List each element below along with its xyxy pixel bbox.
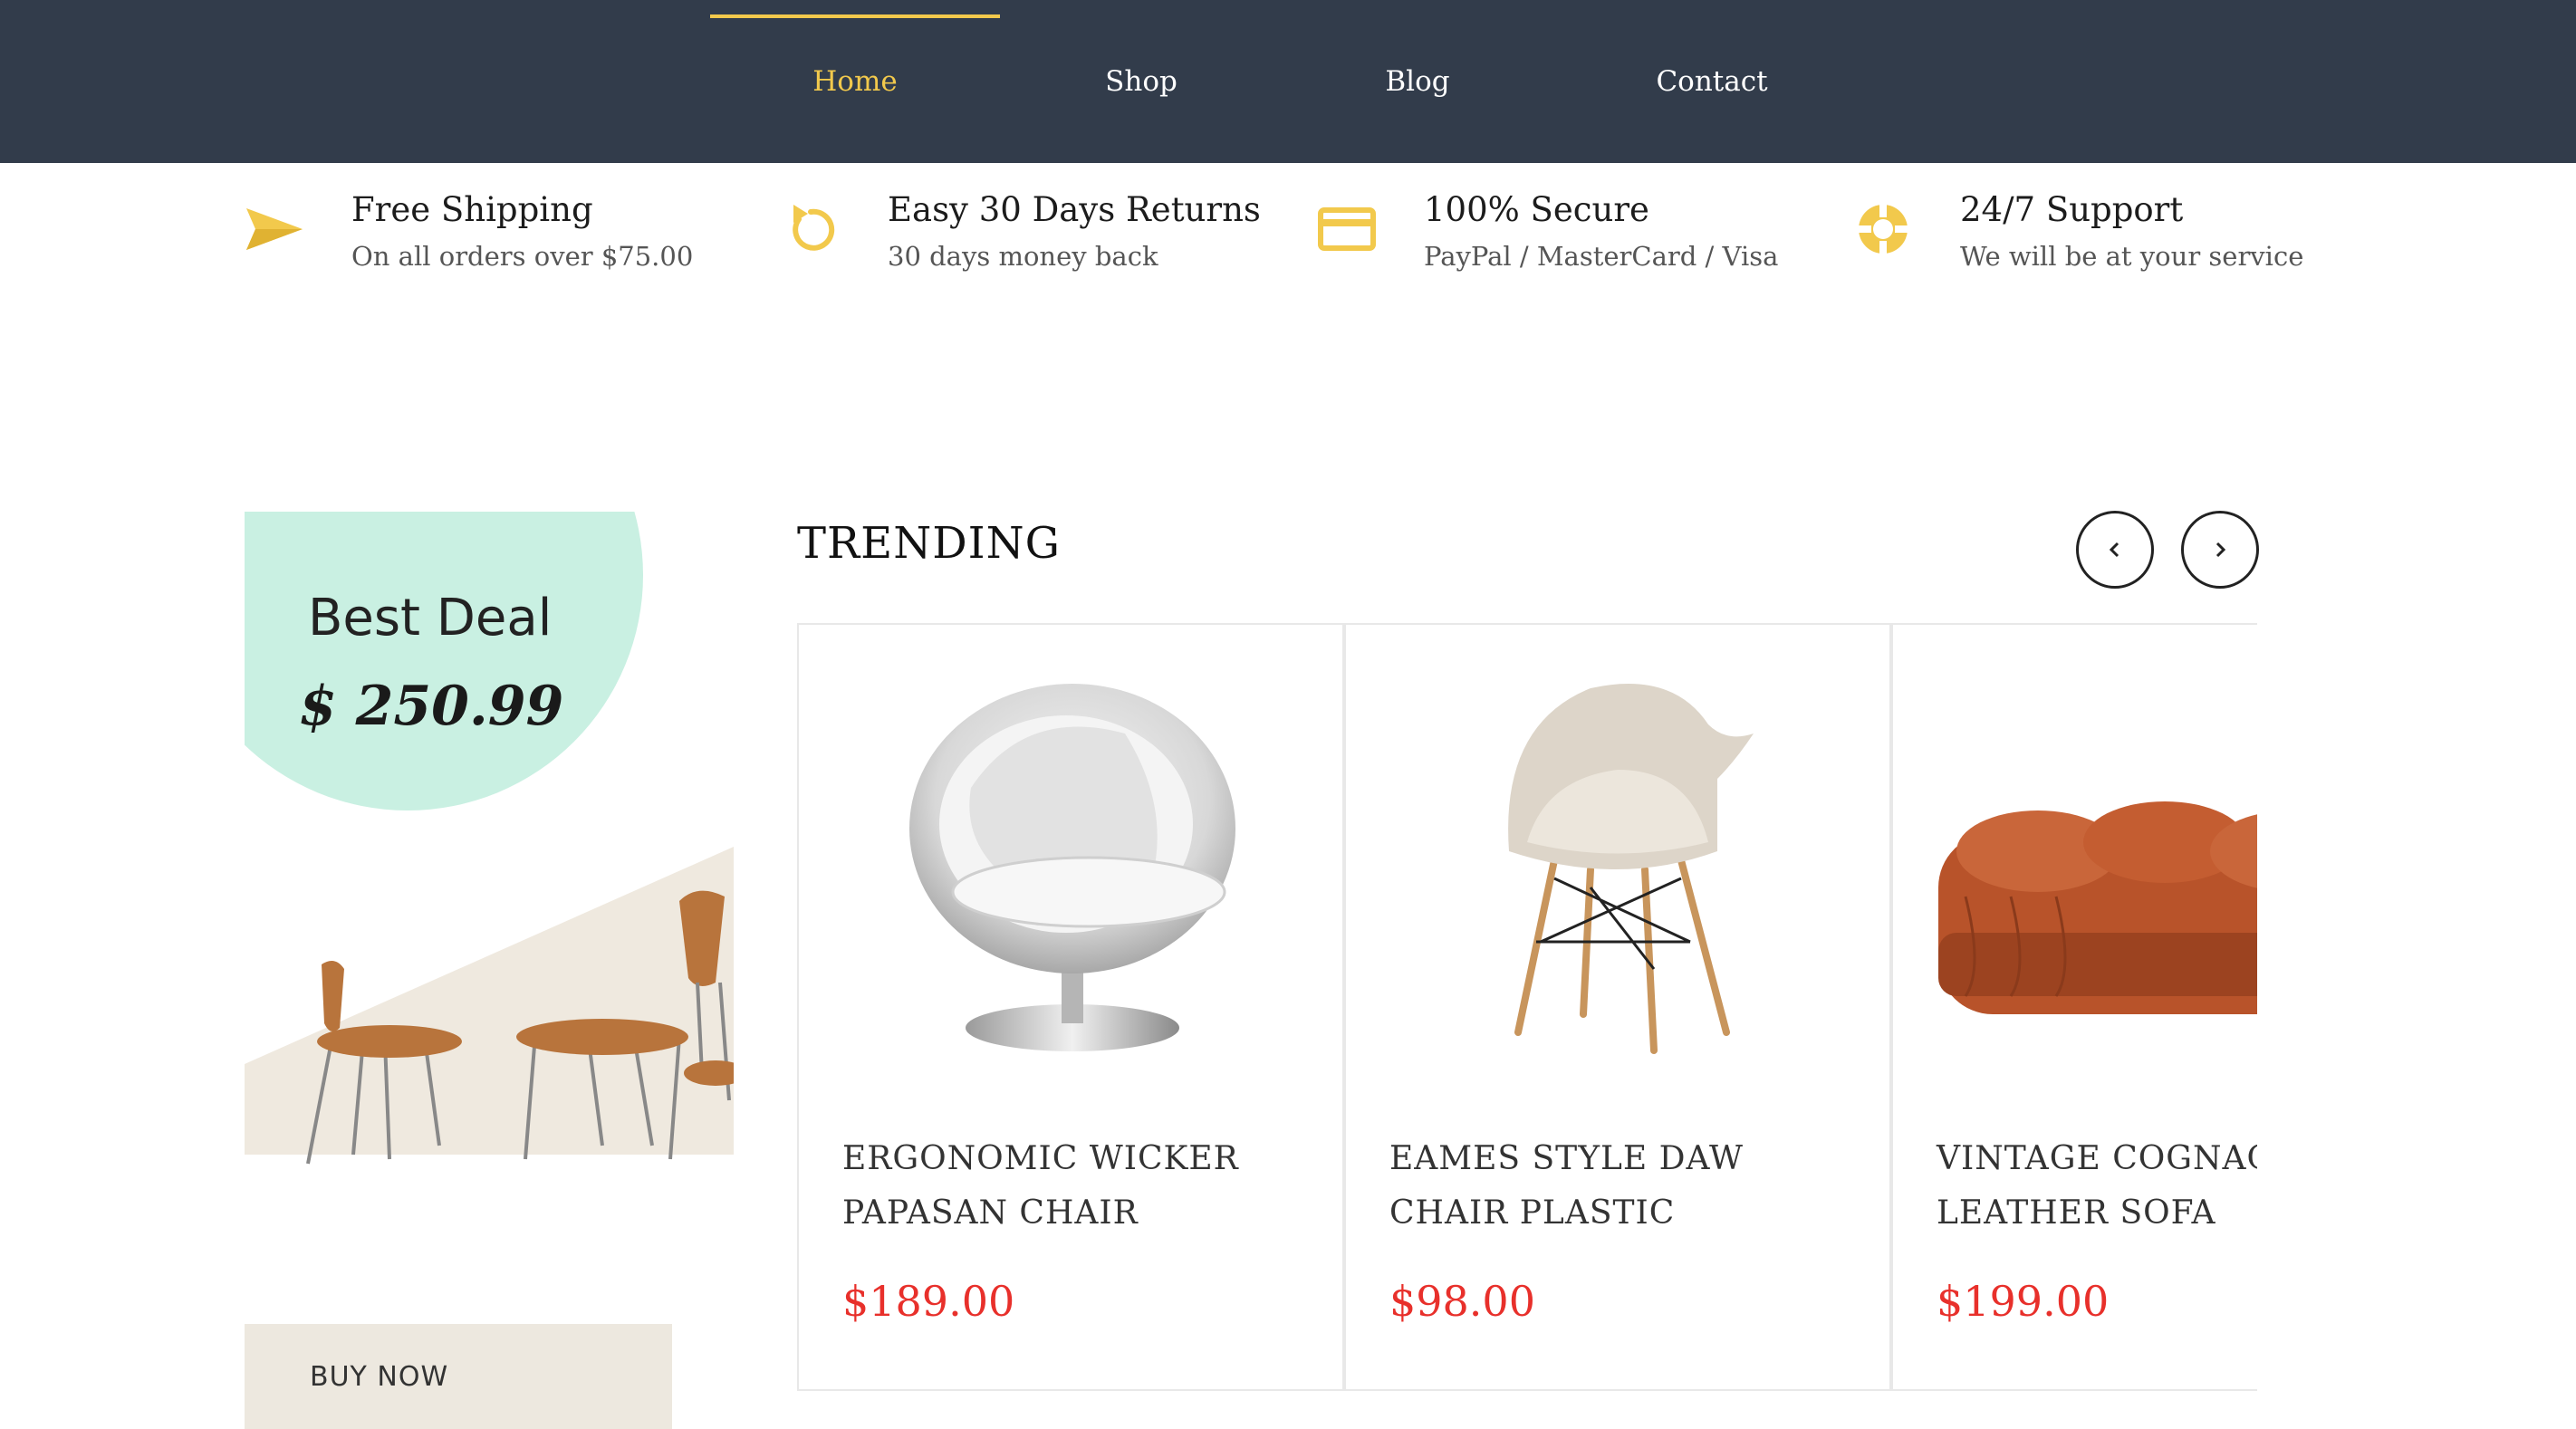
product-card[interactable]: EAMES STYLE DAW CHAIR PLASTIC $98.00 <box>1344 625 1891 1389</box>
feature-subtitle: We will be at your service <box>1960 241 2304 272</box>
promo-title: Best Deal <box>308 589 553 647</box>
promo-price: $ 250.99 <box>299 675 564 738</box>
feature-subtitle: PayPal / MasterCard / Visa <box>1424 241 1779 272</box>
refresh-icon <box>793 205 835 251</box>
product-name[interactable]: VINTAGE COGNAC LEATHER SOFA <box>1937 1132 2257 1241</box>
product-card[interactable]: ERGONOMIC WICKER PAPASAN CHAIR $189.00 <box>797 625 1344 1389</box>
feature-secure: 100% Secure PayPal / MasterCard / Visa <box>1317 181 1788 290</box>
trending-title: TRENDING <box>797 518 1061 569</box>
nav-item-blog[interactable]: Blog <box>1309 0 1526 163</box>
product-price: $199.00 <box>1937 1277 2110 1326</box>
feature-title: Free Shipping <box>351 190 593 229</box>
product-card[interactable]: VINTAGE COGNAC LEATHER SOFA $199.00 <box>1891 625 2257 1389</box>
feature-subtitle: 30 days money back <box>888 241 1158 272</box>
nav-item-shop[interactable]: Shop <box>1033 0 1250 163</box>
paper-plane-icon <box>246 208 303 250</box>
lifebuoy-icon <box>1857 203 1909 255</box>
buy-now-button[interactable]: BUY NOW <box>245 1324 672 1429</box>
feature-title: 24/7 Support <box>1960 190 2184 229</box>
nav-item-home[interactable]: Home <box>710 0 1000 163</box>
trending-carousel: ERGONOMIC WICKER PAPASAN CHAIR $189.00 E… <box>797 623 2257 1391</box>
carousel-next-button[interactable] <box>2181 511 2259 589</box>
product-price: $189.00 <box>842 1277 1015 1326</box>
top-nav: Home Shop Blog Contact <box>0 0 2576 163</box>
credit-card-icon <box>1318 207 1376 251</box>
promo-chairs-image <box>245 847 734 1165</box>
nav-item-contact[interactable]: Contact <box>1603 0 1821 163</box>
feature-title: 100% Secure <box>1424 190 1649 229</box>
product-image-papasan-chair <box>909 684 1235 1051</box>
feature-title: Easy 30 Days Returns <box>888 190 1261 229</box>
feature-free-shipping: Free Shipping On all orders over $75.00 <box>245 181 716 290</box>
best-deal-banner[interactable]: Best Deal $ 250.99 <box>245 512 734 1182</box>
feature-subtitle: On all orders over $75.00 <box>351 241 694 272</box>
product-image-leather-sofa <box>1938 801 2257 1014</box>
feature-returns: Easy 30 Days Returns 30 days money back <box>781 181 1261 290</box>
product-name[interactable]: EAMES STYLE DAW CHAIR PLASTIC <box>1389 1132 1860 1241</box>
product-name[interactable]: ERGONOMIC WICKER PAPASAN CHAIR <box>842 1132 1313 1241</box>
chevron-left-icon <box>2109 542 2119 558</box>
promo-circle <box>245 512 643 810</box>
feature-support: 24/7 Support We will be at your service <box>1853 181 2360 290</box>
carousel-prev-button[interactable] <box>2076 511 2154 589</box>
product-price: $98.00 <box>1389 1277 1535 1326</box>
chevron-right-icon <box>2216 542 2226 558</box>
product-image-eames-chair <box>1508 684 1754 1054</box>
